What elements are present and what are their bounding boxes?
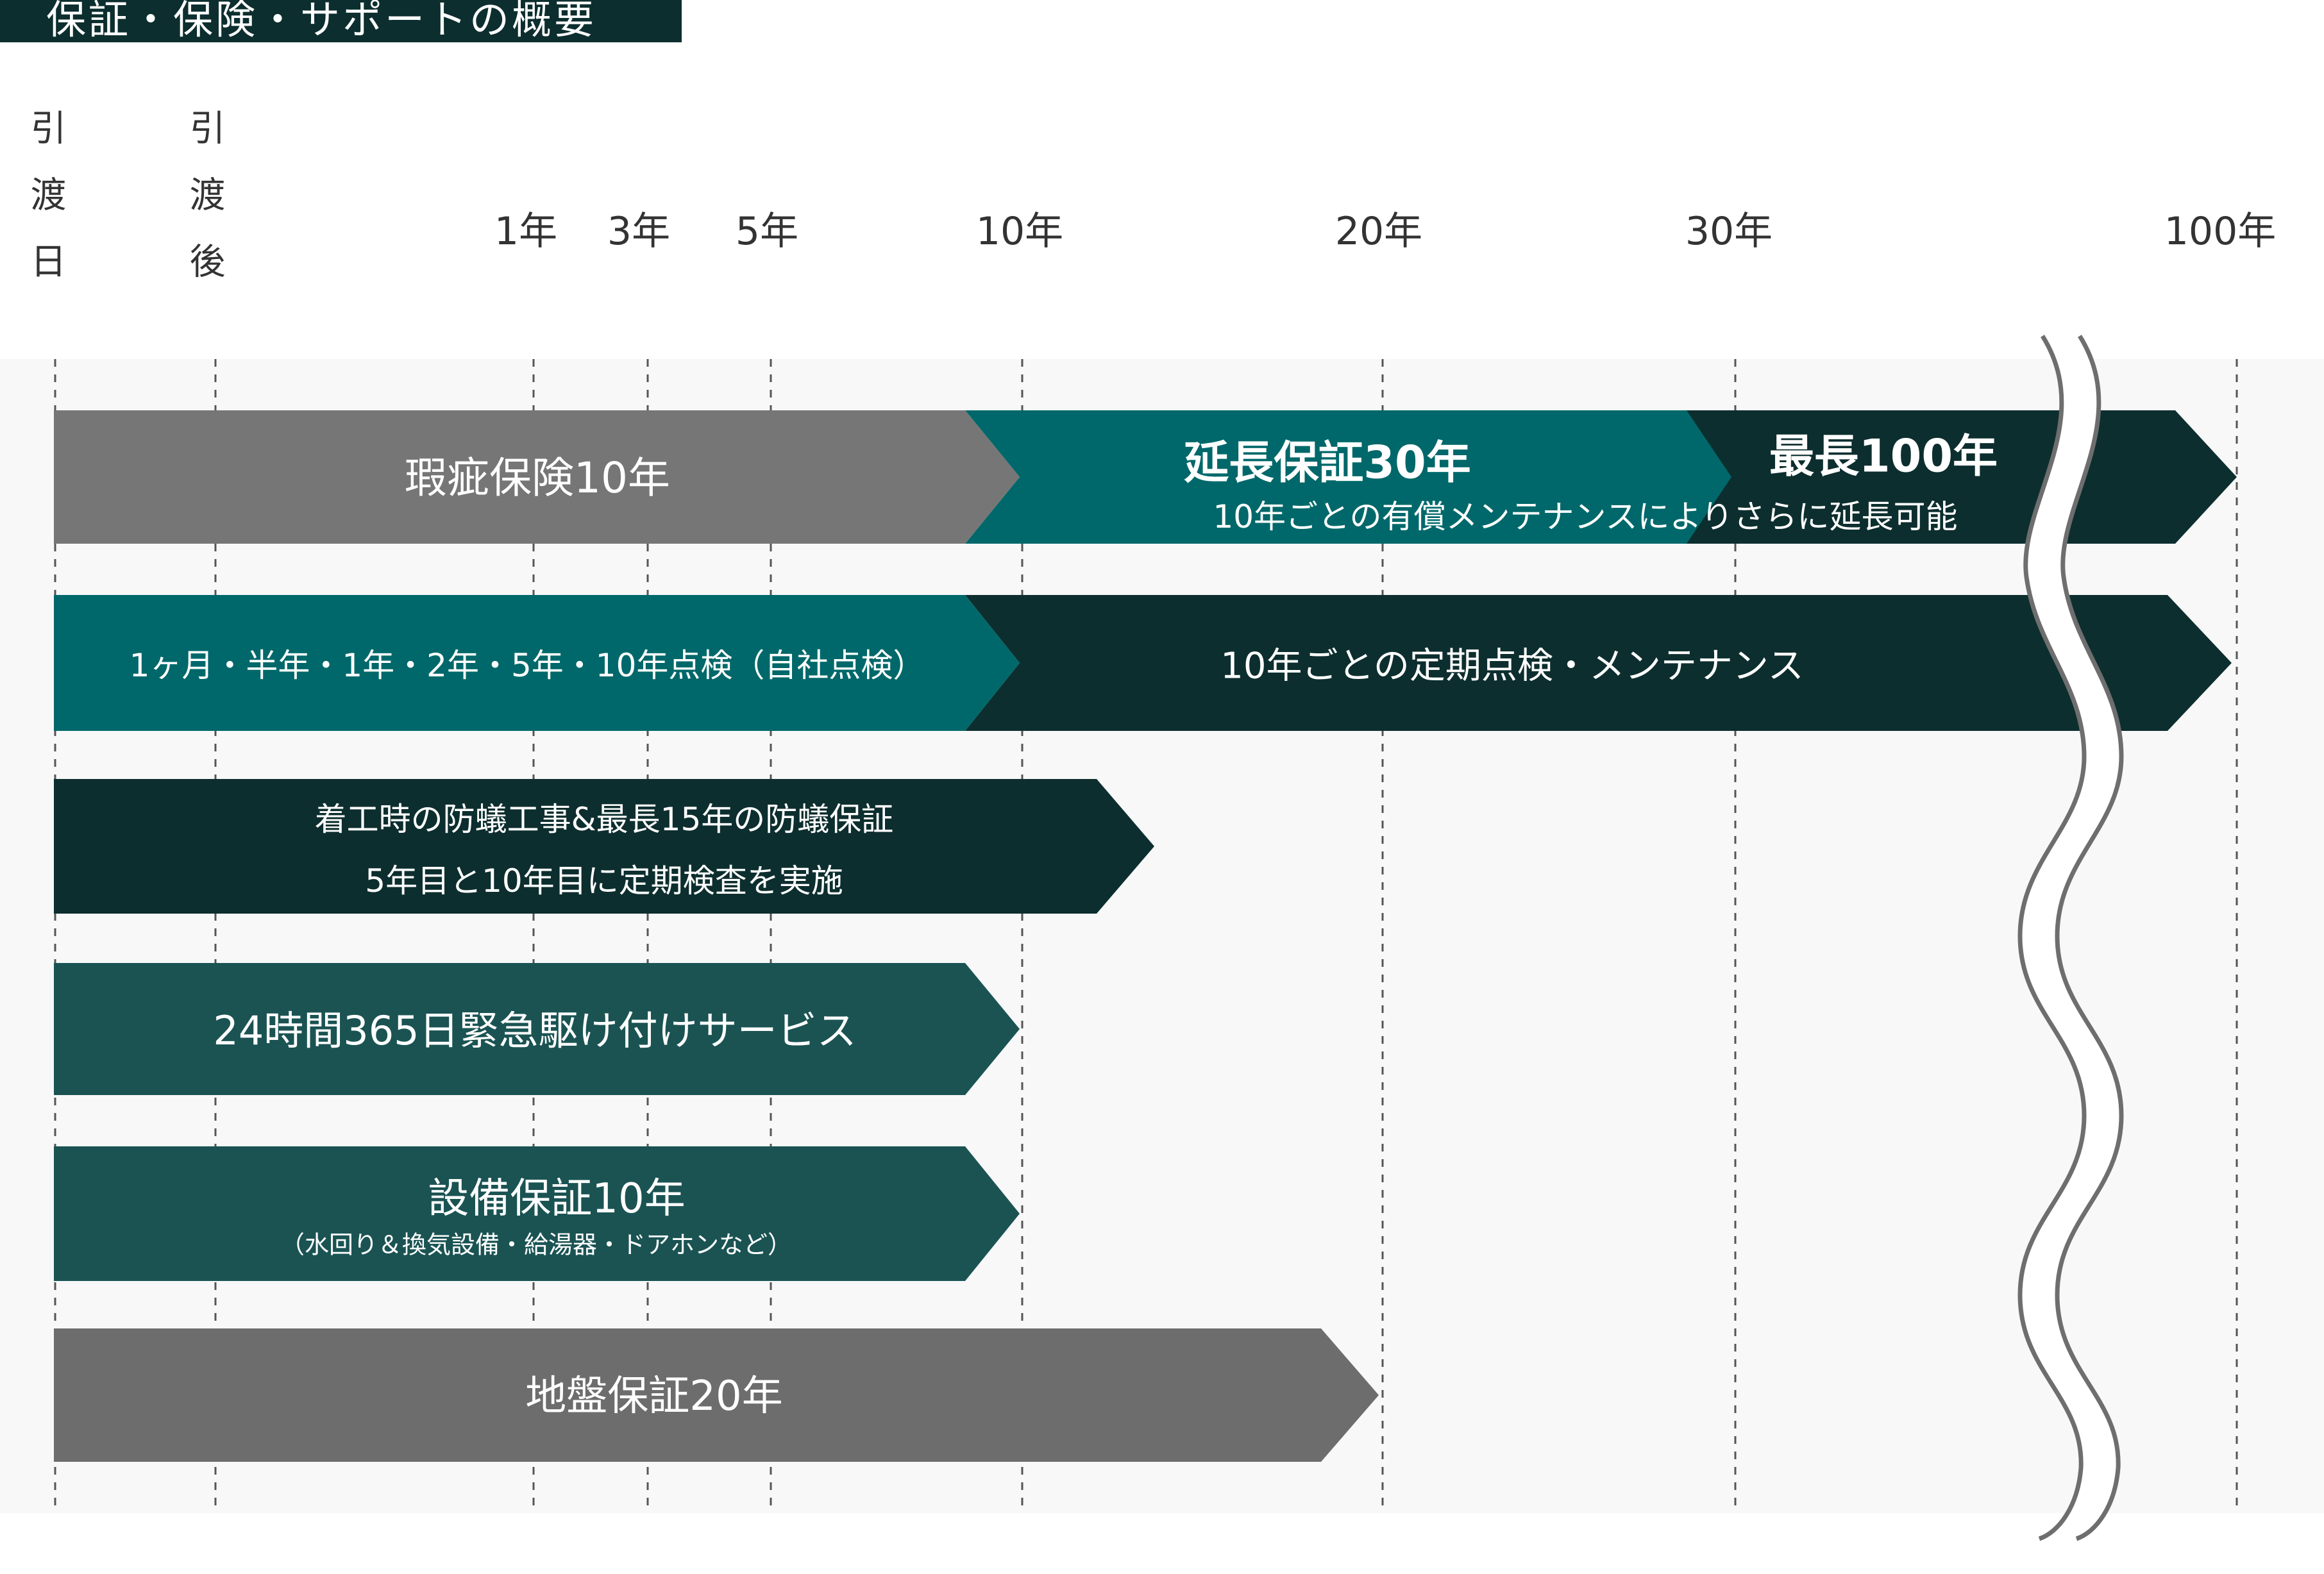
chart-graphics xyxy=(54,335,2238,1541)
label-defect-insurance: 瑕疵保険10年 xyxy=(405,453,670,503)
label-extended-warranty-sub: 10年ごとの有償メンテナンスによりさらに延長可能 xyxy=(1213,498,1958,535)
label-termite: 着工時の防蟻工事&最長15年の防蟻保証 xyxy=(314,801,894,838)
label-termite-sub: 5年目と10年目に定期検査を実施 xyxy=(365,862,843,900)
label-extended-warranty: 延長保証30年 xyxy=(1184,436,1471,489)
label-periodic-maintenance: 10年ごとの定期点検・メンテナンス xyxy=(1220,645,1804,687)
label-emergency-service: 24時間365日緊急駆け付けサービス xyxy=(213,1007,857,1054)
label-equipment-warranty: 設備保証10年 xyxy=(428,1175,686,1223)
label-extension-100y: 最長100年 xyxy=(1769,430,1998,483)
label-inspections: 1ヶ月・半年・1年・2年・5年・10年点検（自社点検） xyxy=(129,647,925,684)
label-ground-warranty: 地盤保証20年 xyxy=(525,1373,783,1420)
label-equipment-warranty-sub: （水回り＆換気設備・給湯器・ドアホンなど） xyxy=(280,1230,793,1259)
